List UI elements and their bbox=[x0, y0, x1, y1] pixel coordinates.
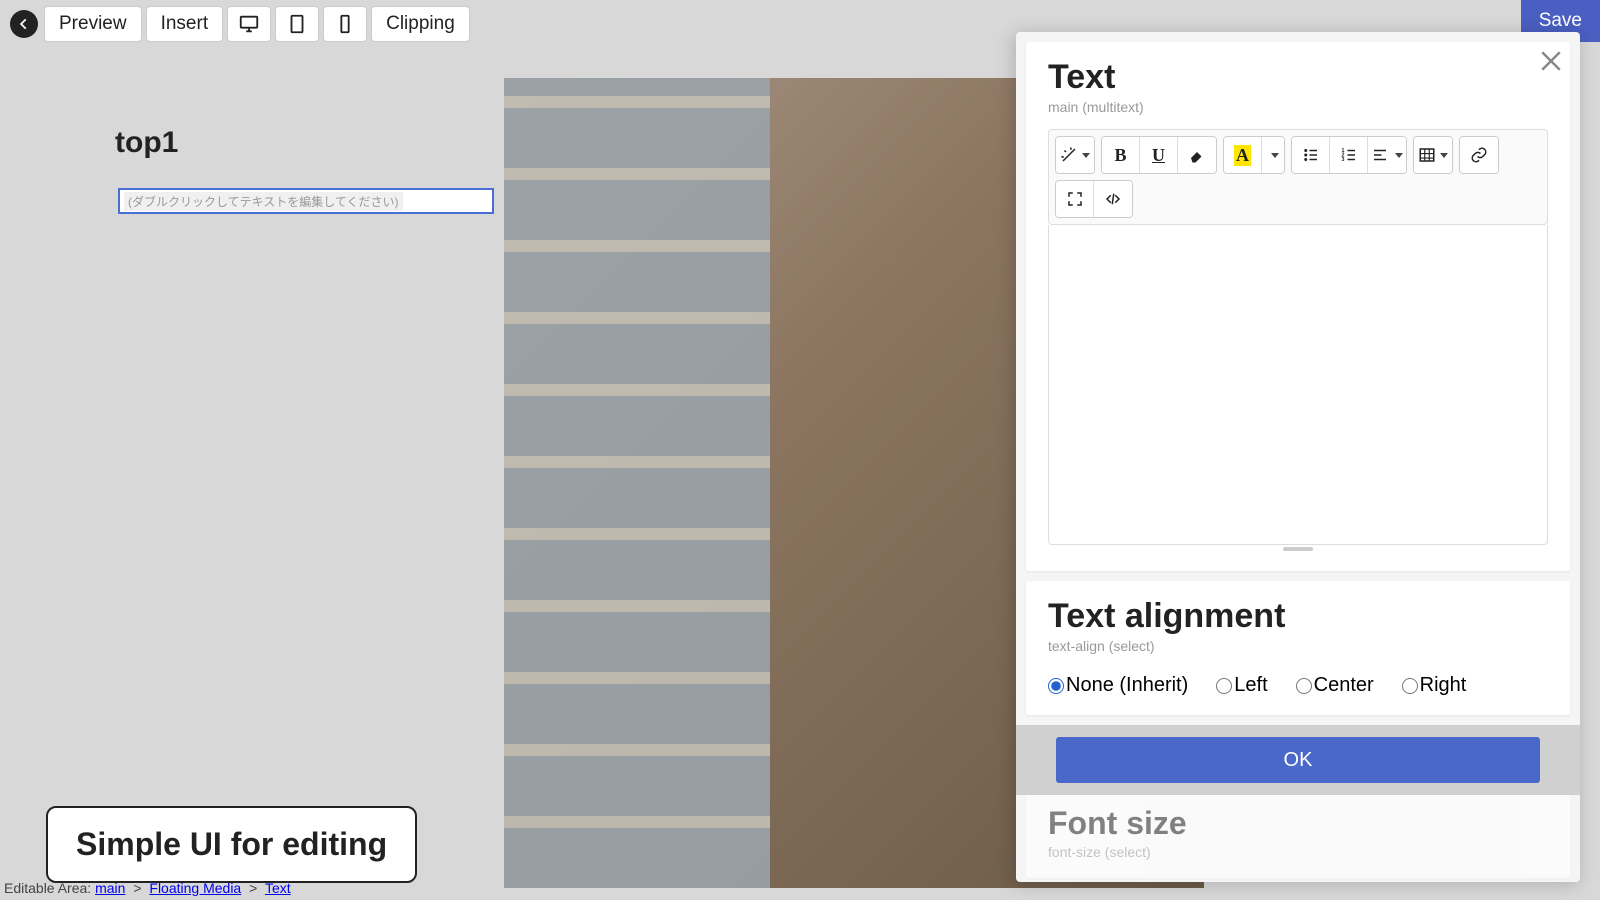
underline-button[interactable]: U bbox=[1140, 137, 1178, 173]
align-button[interactable] bbox=[1368, 137, 1406, 173]
preview-button[interactable]: Preview bbox=[44, 6, 142, 42]
link-button[interactable] bbox=[1460, 137, 1498, 173]
font-size-section: Font size font-size (select) bbox=[1026, 795, 1570, 878]
ul-icon bbox=[1302, 146, 1320, 164]
text-alignment-section: Text alignment text-align (select) None … bbox=[1026, 581, 1570, 715]
insert-button[interactable]: Insert bbox=[146, 6, 224, 42]
magic-styles-button[interactable] bbox=[1056, 137, 1094, 173]
alignment-sub: text-align (select) bbox=[1048, 638, 1548, 654]
close-panel-button[interactable] bbox=[1536, 46, 1566, 76]
svg-text:3: 3 bbox=[1341, 157, 1344, 163]
align-left-option[interactable]: Left bbox=[1216, 674, 1267, 697]
tablet-icon bbox=[286, 13, 308, 35]
fullscreen-button[interactable] bbox=[1056, 181, 1094, 217]
breadcrumb-text[interactable]: Text bbox=[265, 880, 291, 896]
ok-button[interactable]: OK bbox=[1056, 737, 1540, 783]
editor-resize-handle[interactable] bbox=[1048, 545, 1548, 553]
eraser-button[interactable] bbox=[1178, 137, 1216, 173]
highlight-color-button[interactable] bbox=[1262, 137, 1284, 173]
eraser-icon bbox=[1188, 146, 1206, 164]
expand-icon bbox=[1066, 190, 1084, 208]
align-right-option[interactable]: Right bbox=[1402, 674, 1467, 697]
fontsize-sub: font-size (select) bbox=[1048, 844, 1548, 860]
desktop-view-button[interactable] bbox=[227, 6, 271, 42]
text-section-title: Text bbox=[1048, 58, 1548, 97]
back-button[interactable] bbox=[10, 10, 38, 38]
properties-panel: Text main (multitext) B U A bbox=[1016, 32, 1580, 882]
arrow-left-icon bbox=[17, 17, 31, 31]
align-none-option[interactable]: None (Inherit) bbox=[1048, 674, 1188, 697]
page-title: top1 bbox=[115, 126, 178, 160]
rich-text-toolbar: B U A 123 bbox=[1048, 129, 1548, 225]
bold-button[interactable]: B bbox=[1102, 137, 1140, 173]
breadcrumb-main[interactable]: main bbox=[95, 880, 125, 896]
align-icon bbox=[1371, 146, 1389, 164]
alignment-options: None (Inherit) Left Center Right bbox=[1048, 674, 1548, 697]
text-section-sub: main (multitext) bbox=[1048, 99, 1548, 115]
fontsize-title: Font size bbox=[1048, 805, 1548, 842]
alignment-title: Text alignment bbox=[1048, 597, 1548, 636]
callout-label: Simple UI for editing bbox=[46, 806, 417, 883]
tablet-view-button[interactable] bbox=[275, 6, 319, 42]
breadcrumb-label: Editable Area: bbox=[4, 880, 91, 896]
rich-text-editor[interactable] bbox=[1048, 225, 1548, 545]
breadcrumb: Editable Area: main > Floating Media > T… bbox=[4, 880, 291, 896]
table-icon bbox=[1418, 146, 1436, 164]
ok-bar: OK bbox=[1016, 725, 1580, 795]
editable-text-block[interactable]: (ダブルクリックしてテキストを編集してください) bbox=[118, 188, 494, 214]
code-icon bbox=[1104, 190, 1122, 208]
mobile-view-button[interactable] bbox=[323, 6, 367, 42]
highlight-button[interactable]: A bbox=[1224, 137, 1262, 173]
close-icon bbox=[1536, 46, 1566, 76]
ol-icon: 123 bbox=[1340, 146, 1358, 164]
placeholder-text: (ダブルクリックしてテキストを編集してください) bbox=[124, 192, 403, 211]
unordered-list-button[interactable] bbox=[1292, 137, 1330, 173]
table-button[interactable] bbox=[1414, 137, 1452, 173]
code-view-button[interactable] bbox=[1094, 181, 1132, 217]
breadcrumb-floating-media[interactable]: Floating Media bbox=[149, 880, 241, 896]
ordered-list-button[interactable]: 123 bbox=[1330, 137, 1368, 173]
desktop-icon bbox=[238, 13, 260, 35]
align-center-option[interactable]: Center bbox=[1296, 674, 1374, 697]
text-section: Text main (multitext) B U A bbox=[1026, 42, 1570, 571]
clipping-button[interactable]: Clipping bbox=[371, 6, 470, 42]
mobile-icon bbox=[334, 13, 356, 35]
wand-icon bbox=[1060, 146, 1078, 164]
link-icon bbox=[1470, 146, 1488, 164]
